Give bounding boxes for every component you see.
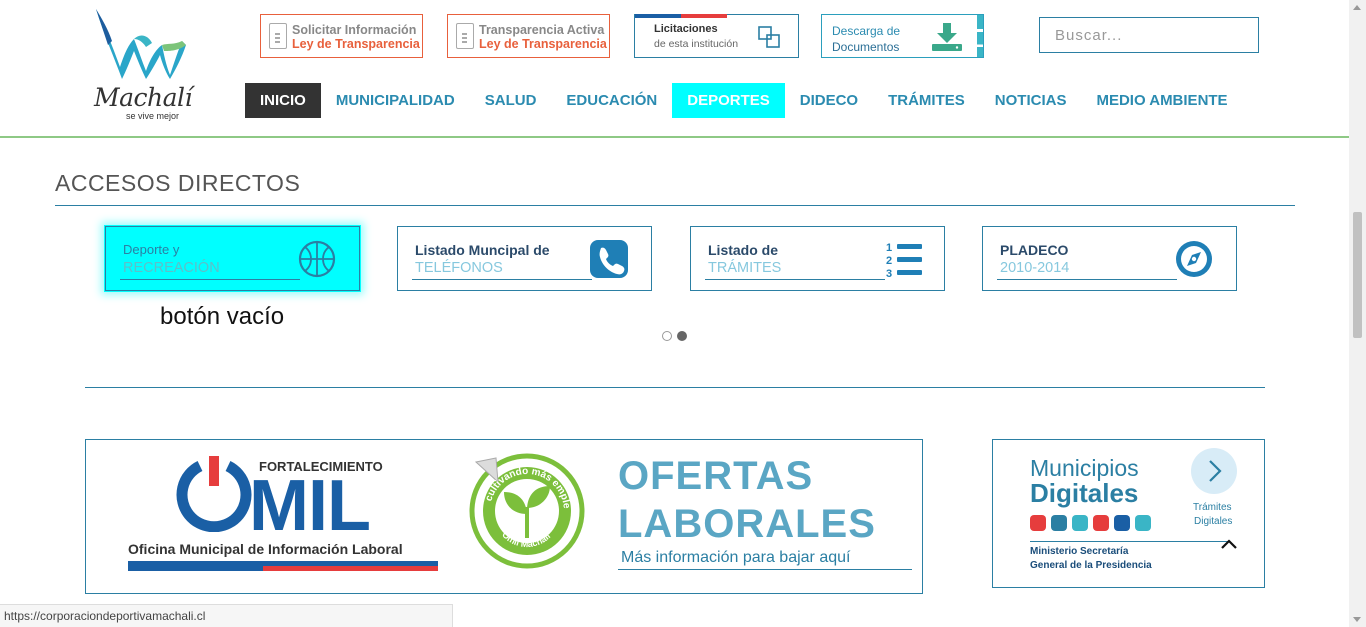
download-icon <box>932 23 962 51</box>
button-line1: Transparencia Activa <box>479 23 605 37</box>
phone-icon <box>590 240 628 278</box>
ofertas-title-line2: LABORALES <box>618 502 876 546</box>
card-underline <box>120 279 300 280</box>
button-line2: Ley de Transparencia <box>292 37 420 51</box>
card-underline <box>412 279 592 280</box>
nav-item-tramites[interactable]: TRÁMITES <box>873 83 980 118</box>
chevron-right-icon <box>1209 460 1222 482</box>
nav-item-salud[interactable]: SALUD <box>470 83 552 118</box>
descarga-documentos-button[interactable]: Descarga de Documentos <box>821 14 984 58</box>
chevron-up-icon[interactable] <box>1219 536 1239 552</box>
licitaciones-sublabel: de esta institución <box>654 38 739 50</box>
omil-wordmark: MIL <box>249 466 371 546</box>
people-icon <box>1051 515 1067 531</box>
digitales-label: Digitales <box>1030 478 1139 508</box>
card-label: Listado Muncipal de <box>415 242 550 258</box>
next-circle-button[interactable] <box>1191 448 1237 494</box>
search-input[interactable] <box>1039 17 1259 53</box>
machali-logo[interactable]: Machalí se vive mejor <box>90 5 195 123</box>
scroll-down-arrow-icon[interactable] <box>1353 617 1361 622</box>
seal-text: cultivando más empleo Omil Machalí <box>468 452 572 549</box>
ofertas-link[interactable]: Más información para bajar aquí <box>621 549 850 567</box>
bus-icon <box>1030 515 1046 531</box>
logo-tagline: se vive mejor <box>126 111 180 121</box>
vertical-scrollbar[interactable] <box>1349 0 1366 627</box>
nav-item-dideco[interactable]: DIDECO <box>785 83 873 118</box>
transparencia-activa-button[interactable]: Transparencia Activa Ley de Transparenci… <box>447 14 610 58</box>
card-sublabel: RECREACIÓN <box>123 260 220 276</box>
card-label: PLADECO <box>1000 242 1069 258</box>
site-header: Machalí se vive mejor Solicitar Informac… <box>0 0 1349 138</box>
flag-bar <box>635 14 727 18</box>
descarga-sublabel: Documentos <box>832 40 900 54</box>
nav-item-educacion[interactable]: EDUCACIÓN <box>551 83 672 118</box>
service-icons <box>1030 515 1151 531</box>
svg-text:3: 3 <box>886 268 892 279</box>
section-divider <box>55 205 1295 206</box>
card-pladeco[interactable]: PLADECO 2010-2014 <box>982 226 1237 291</box>
municipios-digitales-banner[interactable]: Municipios Digitales Ministerio Secretar… <box>992 439 1265 588</box>
basketball-icon <box>298 240 336 278</box>
muni-divider <box>1030 541 1230 542</box>
card-underline <box>997 279 1177 280</box>
solicitar-informacion-button[interactable]: Solicitar Información Ley de Transparenc… <box>260 14 423 58</box>
card-sublabel: TELÉFONOS <box>415 260 503 276</box>
store-icon <box>1093 515 1109 531</box>
svg-text:2: 2 <box>886 255 892 267</box>
nav-item-inicio[interactable]: INICIO <box>245 83 321 118</box>
omil-flag-bar <box>128 561 438 571</box>
tag-icon <box>1135 515 1151 531</box>
button-line2: Ley de Transparencia <box>479 37 607 51</box>
ofertas-title-line1: OFERTAS <box>618 454 814 498</box>
scrollbar-thumb[interactable] <box>1353 212 1362 338</box>
ofertas-underline <box>618 569 912 570</box>
licitaciones-label: Licitaciones <box>654 23 718 35</box>
svg-text:cultivando más empleo: cultivando más empleo <box>468 452 572 510</box>
empty-button-caption: botón vacío <box>160 303 285 330</box>
nav-item-municipalidad[interactable]: MUNICIPALIDAD <box>321 83 470 118</box>
document-icon <box>269 23 287 49</box>
carousel-pagination <box>662 331 687 341</box>
omil-subtitle: Oficina Municipal de Información Laboral <box>128 541 403 557</box>
ofertas-laborales-banner[interactable]: FORTALECIMIENTO MIL Oficina Municipal de… <box>85 439 923 594</box>
button-line1: Solicitar Información <box>292 23 417 37</box>
windows-icon <box>758 26 780 48</box>
carousel-dot-1[interactable] <box>662 331 672 341</box>
svg-text:Omil Machalí: Omil Machalí <box>500 529 553 549</box>
decorative-strip <box>977 15 983 57</box>
logo-wordmark: Machalí <box>94 83 193 112</box>
numbered-list-icon: 1 2 3 <box>886 242 922 279</box>
content-divider <box>85 387 1265 388</box>
card-deporte-recreacion[interactable]: Deporte y RECREACIÓN <box>105 226 360 291</box>
card-underline <box>705 279 885 280</box>
card-tramites[interactable]: Listado de TRÁMITES 1 2 3 <box>690 226 945 291</box>
status-bar-url: https://corporaciondeportivamachali.cl <box>0 604 453 627</box>
main-nav: INICIO MUNICIPALIDAD SALUD EDUCACIÓN DEP… <box>245 83 1243 118</box>
scroll-up-arrow-icon[interactable] <box>1353 5 1361 10</box>
pen-icon <box>1114 515 1130 531</box>
card-sublabel: TRÁMITES <box>708 260 782 276</box>
id-card-icon <box>1072 515 1088 531</box>
card-telefonos[interactable]: Listado Muncipal de TELÉFONOS <box>397 226 652 291</box>
nav-item-deportes[interactable]: DEPORTES <box>672 83 785 118</box>
card-label: Listado de <box>708 242 779 258</box>
ministry-line1: Ministerio Secretaría <box>1030 546 1129 557</box>
tramites-label: Trámites <box>1193 502 1232 513</box>
page: Machalí se vive mejor Solicitar Informac… <box>0 0 1366 627</box>
logo-mark-icon <box>96 9 186 79</box>
digitales-small-label: Digitales <box>1194 516 1233 527</box>
descarga-label: Descarga de <box>832 24 901 38</box>
section-title: ACCESOS DIRECTOS <box>55 170 301 196</box>
compass-icon <box>1176 241 1212 277</box>
document-icon <box>456 23 474 49</box>
card-label: Deporte y <box>123 242 180 257</box>
ministry-line2: General de la Presidencia <box>1030 560 1152 571</box>
carousel-dot-2[interactable] <box>677 331 687 341</box>
licitaciones-button[interactable]: Licitaciones de esta institución <box>634 14 799 58</box>
svg-text:1: 1 <box>886 242 892 254</box>
nav-item-noticias[interactable]: NOTICIAS <box>980 83 1082 118</box>
card-sublabel: 2010-2014 <box>1000 260 1070 276</box>
nav-item-medio-ambiente[interactable]: MEDIO AMBIENTE <box>1081 83 1242 118</box>
power-ring-icon <box>176 456 252 532</box>
